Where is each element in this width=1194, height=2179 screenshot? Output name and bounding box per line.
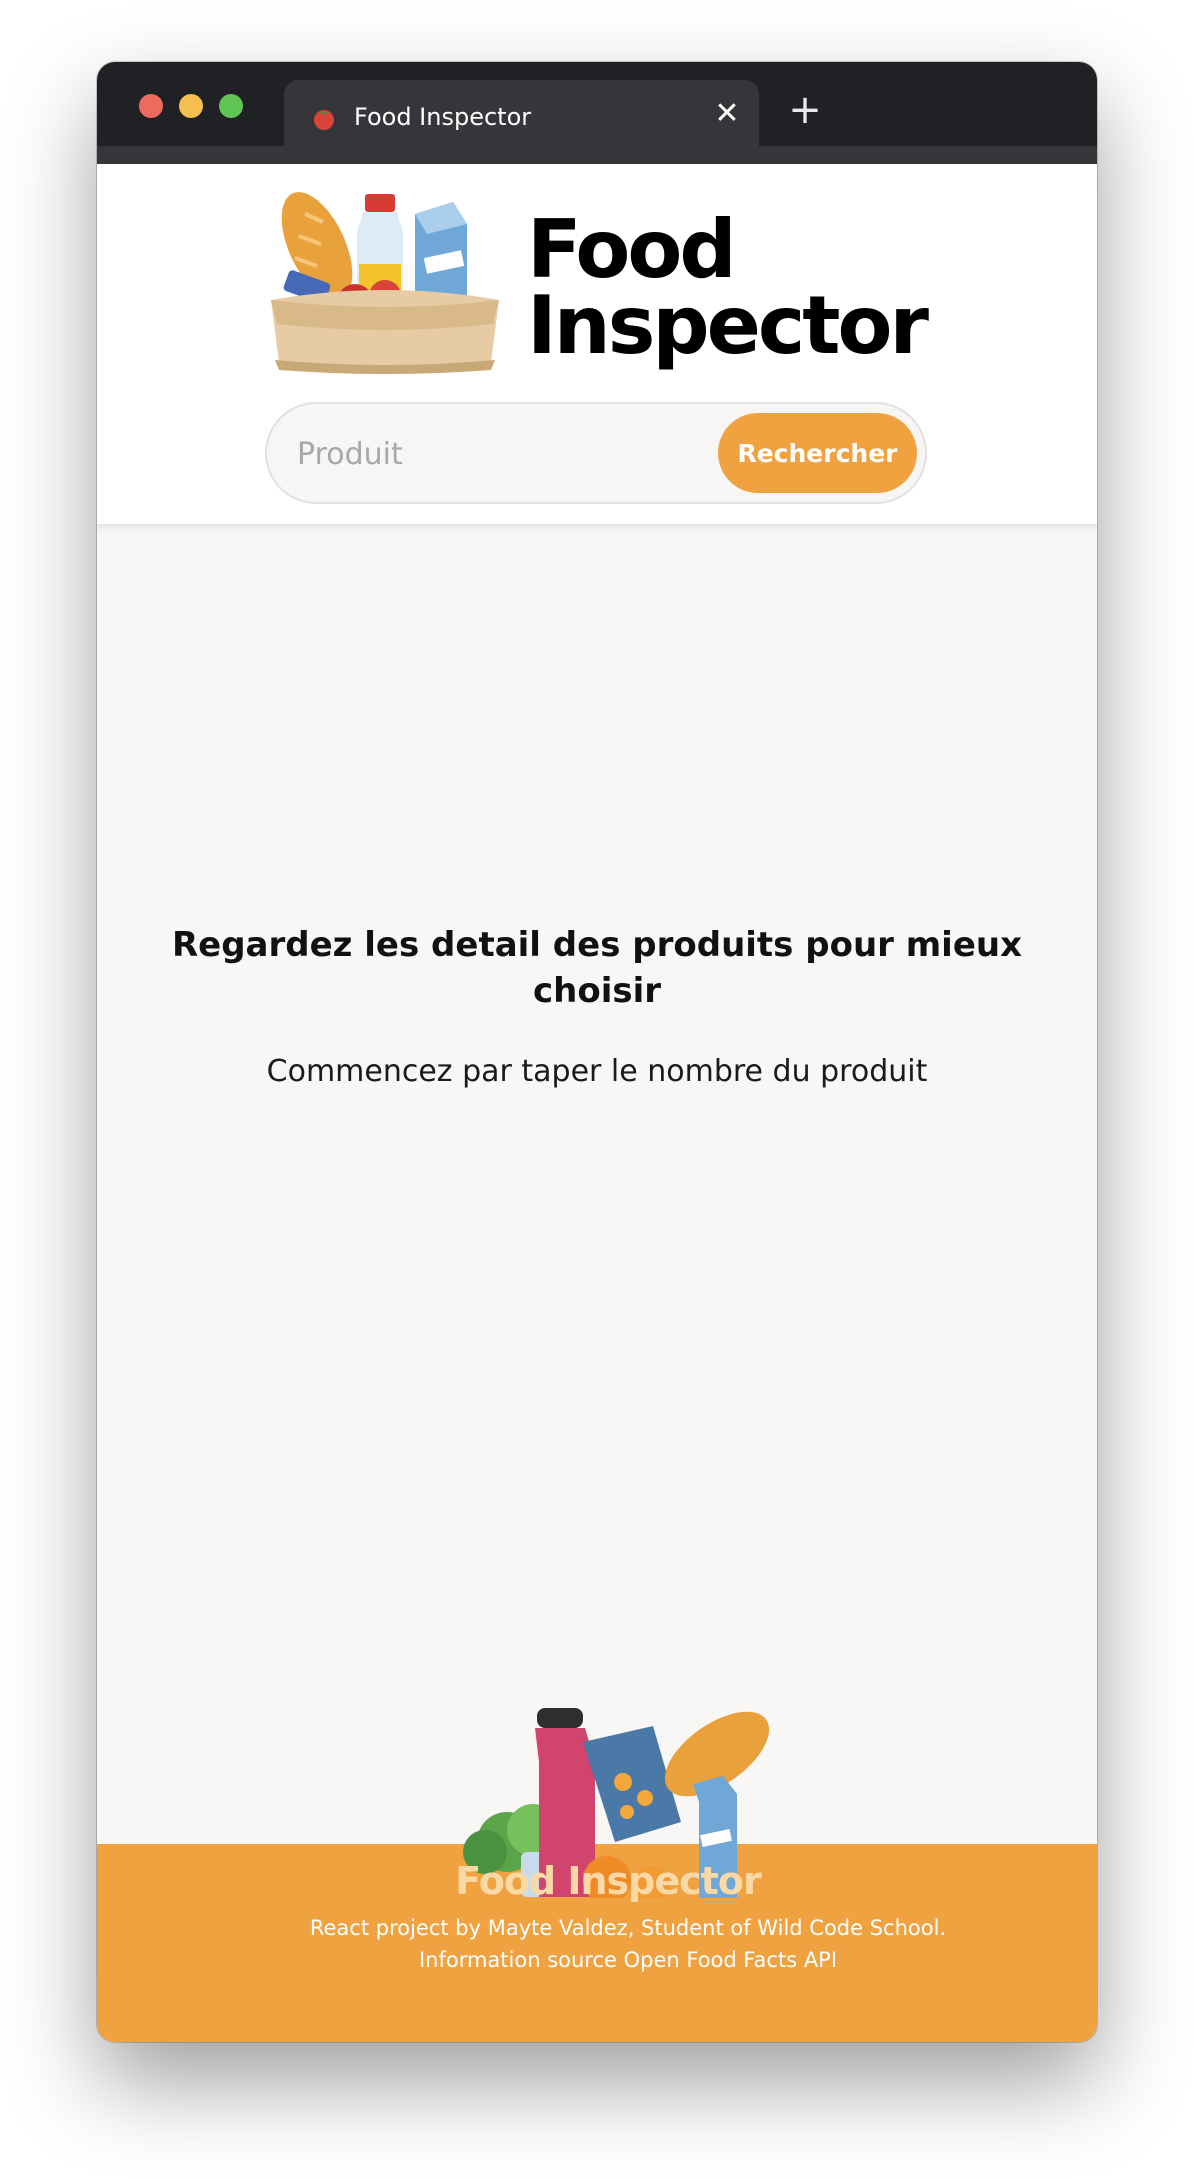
footer-credits: React project by Mayte Valdez, Student o…	[97, 1912, 1097, 1976]
browser-titlebar: Food Inspector ✕ +	[97, 62, 1097, 164]
tab-title: Food Inspector	[354, 103, 532, 131]
search-button[interactable]: Rechercher	[718, 413, 917, 493]
minimize-window-button[interactable]	[179, 94, 203, 118]
search-input[interactable]	[295, 430, 699, 478]
site-header: Food Inspector Rechercher	[97, 164, 1097, 524]
browser-tab[interactable]: Food Inspector ✕	[284, 80, 759, 164]
close-window-button[interactable]	[139, 94, 163, 118]
new-tab-button[interactable]: +	[783, 88, 827, 132]
main-subheading: Commencez par taper le nombre du produit	[266, 1054, 928, 1089]
tomato-icon	[314, 110, 334, 130]
close-tab-icon[interactable]: ✕	[709, 96, 745, 132]
site-footer: Food Inspector React project by Mayte Va…	[97, 1844, 1097, 2042]
footer-source-line: Information source Open Food Facts API	[418, 1948, 838, 1972]
logo-line-food: Food	[527, 203, 737, 296]
search-bar: Rechercher	[265, 402, 927, 504]
main-heading: Regardez les detail des produits pour mi…	[171, 925, 1023, 1011]
browser-window: Food Inspector ✕ + Food Inspector Produi…	[97, 62, 1097, 2042]
grocery-bag-logo	[271, 192, 499, 374]
maximize-window-button[interactable]	[219, 94, 243, 118]
footer-title: Food Inspector	[455, 1859, 761, 1903]
logo-line-inspector: Inspector	[527, 279, 929, 372]
site-logo-text: Food Inspector	[527, 203, 947, 372]
footer-credit-line: React project by Mayte Valdez, Student o…	[309, 1916, 947, 1940]
